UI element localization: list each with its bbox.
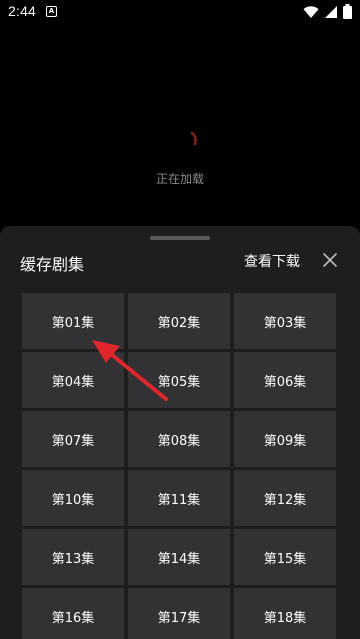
view-downloads-button[interactable]: 查看下载 [244, 251, 300, 271]
episode-button[interactable]: 第08集 [128, 411, 230, 467]
episode-button[interactable]: 第12集 [234, 470, 336, 526]
episode-button[interactable]: 第17集 [128, 588, 230, 639]
a-notification-icon: A [46, 6, 57, 17]
episode-button[interactable]: 第06集 [234, 352, 336, 408]
episode-button[interactable]: 第18集 [234, 588, 336, 639]
battery-icon [343, 4, 352, 19]
video-player[interactable]: 正在加载 [0, 24, 360, 226]
download-episodes-sheet: 缓存剧集 查看下载 第01集 第02集 第03集 第04集 第05集 第06集 … [0, 226, 360, 639]
episode-button[interactable]: 第11集 [128, 470, 230, 526]
wifi-icon [303, 5, 319, 18]
episode-button[interactable]: 第07集 [22, 411, 124, 467]
close-button[interactable] [320, 250, 340, 270]
sheet-title: 缓存剧集 [20, 255, 85, 274]
episode-button[interactable]: 第04集 [22, 352, 124, 408]
drag-handle[interactable] [150, 236, 210, 240]
episode-button[interactable]: 第16集 [22, 588, 124, 639]
episode-button[interactable]: 第15集 [234, 529, 336, 585]
episode-button[interactable]: 第01集 [22, 293, 124, 349]
status-time: 2:44 [8, 3, 37, 19]
status-bar: 2:44 A [0, 0, 360, 24]
episode-button[interactable]: 第10集 [22, 470, 124, 526]
screen: 2:44 A 正在加载 缓存剧集 查看下载 第01集 第02集 第03集 第04… [0, 0, 360, 639]
episode-button[interactable]: 第14集 [128, 529, 230, 585]
loading-spinner-icon [190, 131, 197, 146]
loading-text: 正在加载 [155, 172, 204, 186]
episode-button[interactable]: 第05集 [128, 352, 230, 408]
signal-icon [325, 5, 337, 18]
episode-button[interactable]: 第03集 [234, 293, 336, 349]
status-indicators [303, 4, 352, 19]
episode-button[interactable]: 第02集 [128, 293, 230, 349]
episode-button[interactable]: 第09集 [234, 411, 336, 467]
close-icon [323, 253, 337, 267]
episode-button[interactable]: 第13集 [22, 529, 124, 585]
